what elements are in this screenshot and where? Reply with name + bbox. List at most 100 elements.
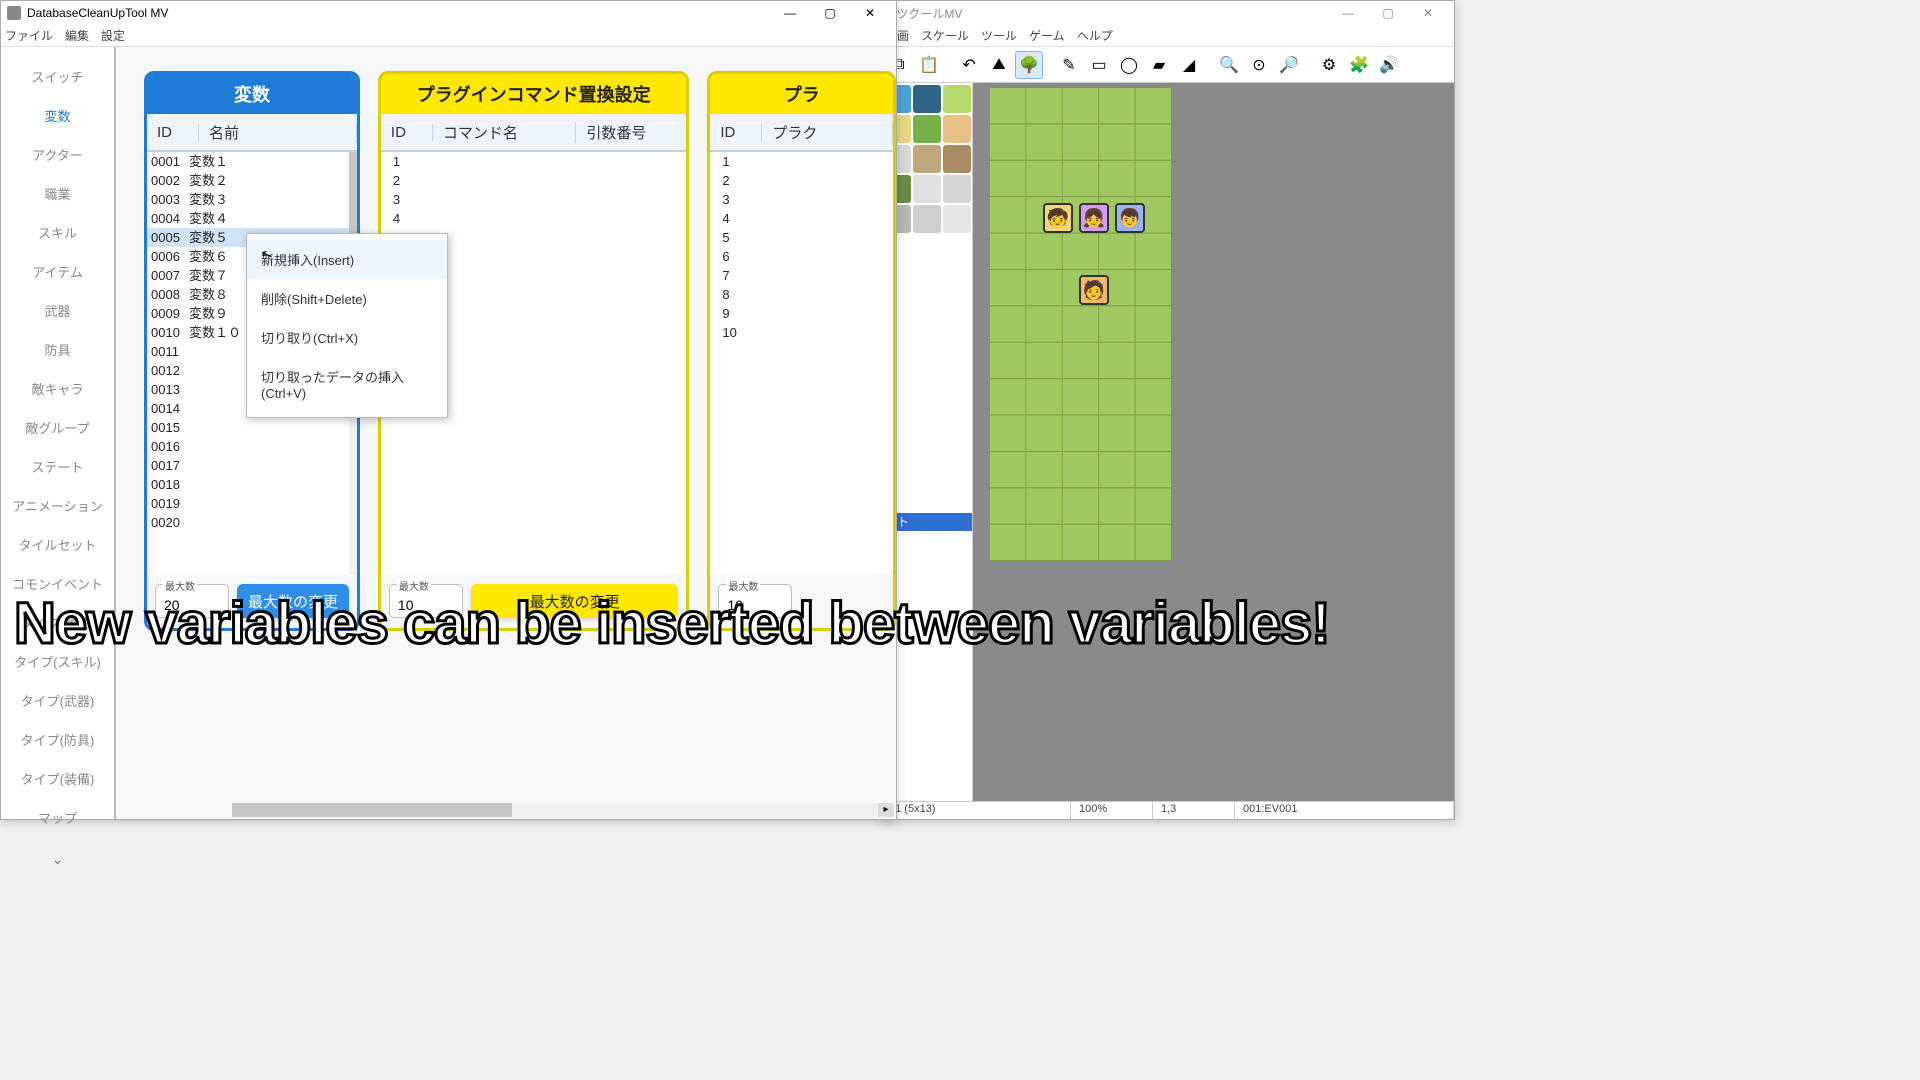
table-row[interactable]: 9 xyxy=(710,304,893,323)
minimize-button[interactable]: — xyxy=(770,1,810,25)
table-row[interactable]: 8 xyxy=(710,285,893,304)
map-sprite[interactable]: 🧒 xyxy=(1043,203,1073,233)
col-arg[interactable]: 引数番号 xyxy=(576,122,686,143)
sidebar-item[interactable]: アイテム xyxy=(32,262,83,281)
close-button[interactable]: ✕ xyxy=(1408,1,1448,25)
table-row[interactable]: 10 xyxy=(710,323,893,342)
table-row[interactable]: 0004変数４ xyxy=(147,209,357,228)
close-button[interactable]: ✕ xyxy=(850,1,890,25)
table-row[interactable]: 0002変数２ xyxy=(147,171,357,190)
col-id[interactable]: ID xyxy=(710,124,762,141)
sidebar-item[interactable]: 敵キャラ xyxy=(31,379,83,398)
table-row[interactable]: 0017 xyxy=(147,456,357,475)
table-row[interactable]: 1 xyxy=(710,152,893,171)
palette-tile[interactable] xyxy=(943,85,971,113)
shadow-icon[interactable]: ◢ xyxy=(1175,51,1203,79)
table-row[interactable]: 7 xyxy=(710,266,893,285)
sidebar-item[interactable]: タイプ(防具) xyxy=(21,730,95,749)
sidebar-item[interactable]: 職業 xyxy=(44,184,70,203)
table-row[interactable]: 3 xyxy=(710,190,893,209)
plugin-icon[interactable]: 🧩 xyxy=(1345,51,1373,79)
table-row[interactable]: 2 xyxy=(710,171,893,190)
sidebar-item[interactable]: 変数 xyxy=(44,106,70,125)
minimize-button[interactable]: — xyxy=(1328,1,1368,25)
zoom-in-icon[interactable]: 🔍 xyxy=(1215,51,1243,79)
undo-icon[interactable]: ↶ xyxy=(955,51,983,79)
zoom-out-icon[interactable]: 🔎 xyxy=(1275,51,1303,79)
sidebar-item[interactable]: スイッチ xyxy=(31,67,83,86)
palette-tile[interactable] xyxy=(943,145,971,173)
table-row[interactable]: 2 xyxy=(381,171,686,190)
settings-icon[interactable]: ⚙ xyxy=(1315,51,1343,79)
sound-icon[interactable]: 🔊 xyxy=(1375,51,1403,79)
maximize-button[interactable]: ▢ xyxy=(810,1,850,25)
pencil-icon[interactable]: ✎ xyxy=(1055,51,1083,79)
table-row[interactable]: 4 xyxy=(381,209,686,228)
sidebar-item[interactable]: タイプ(装備) xyxy=(21,769,95,788)
map-canvas[interactable]: 🧒👧👦 🧑 xyxy=(973,83,1454,801)
menu-item[interactable]: ゲーム xyxy=(1029,27,1065,44)
sidebar-item[interactable]: タイプ(武器) xyxy=(21,691,95,710)
terrain-b-icon[interactable]: 🌳 xyxy=(1015,51,1043,79)
palette-tile[interactable] xyxy=(913,175,941,203)
col-command[interactable]: コマンド名 xyxy=(433,122,576,143)
col-id[interactable]: ID xyxy=(147,124,199,141)
col-name[interactable]: 名前 xyxy=(199,122,357,143)
col-id[interactable]: ID xyxy=(381,124,433,141)
context-menu-item[interactable]: 削除(Shift+Delete) xyxy=(247,279,447,318)
table-row[interactable]: 0003変数３ xyxy=(147,190,357,209)
map-sprite[interactable]: 👧 xyxy=(1079,203,1109,233)
table-row[interactable]: 5 xyxy=(710,228,893,247)
maximize-button[interactable]: ▢ xyxy=(1368,1,1408,25)
menu-item[interactable]: ヘルプ xyxy=(1077,27,1113,44)
plugin-title: プラ xyxy=(710,74,893,114)
sidebar-item[interactable]: 武器 xyxy=(44,301,70,320)
table-row[interactable]: 0015 xyxy=(147,418,357,437)
palette-tile[interactable] xyxy=(943,205,971,233)
map-sprite[interactable]: 🧑 xyxy=(1079,275,1109,305)
table-row[interactable]: 0018 xyxy=(147,475,357,494)
sidebar-item[interactable]: アニメーション xyxy=(12,496,102,515)
plugin-panel: プラ ID プラク 12345678910 最大数 xyxy=(707,71,896,631)
table-row[interactable]: 3 xyxy=(381,190,686,209)
palette-tile[interactable] xyxy=(943,175,971,203)
menu-item[interactable]: スケール xyxy=(921,27,969,44)
sidebar-item[interactable]: 敵グループ xyxy=(25,418,89,437)
horizontal-scrollbar[interactable]: ◂ ▸ xyxy=(232,803,894,817)
sidebar-item[interactable]: アクター xyxy=(32,145,83,164)
paste-icon[interactable]: 📋 xyxy=(915,51,943,79)
table-row[interactable]: 1 xyxy=(381,152,686,171)
rect-icon[interactable]: ▭ xyxy=(1085,51,1113,79)
table-row[interactable]: 0019 xyxy=(147,494,357,513)
context-menu-item[interactable]: 新規挿入(Insert) xyxy=(247,240,447,279)
palette-tile[interactable] xyxy=(913,145,941,173)
table-row[interactable]: 4 xyxy=(710,209,893,228)
sidebar-item[interactable]: 防具 xyxy=(44,340,70,359)
map-sprite[interactable]: 👦 xyxy=(1115,203,1145,233)
ellipse-icon[interactable]: ◯ xyxy=(1115,51,1143,79)
palette-tile[interactable] xyxy=(913,115,941,143)
menu-item[interactable]: ファイル xyxy=(5,27,53,44)
menu-item[interactable]: 編集 xyxy=(65,27,89,44)
palette-tile[interactable] xyxy=(913,205,941,233)
table-row[interactable]: 0001変数１ xyxy=(147,152,357,171)
palette-tile[interactable] xyxy=(913,85,941,113)
col-plugin[interactable]: プラク xyxy=(762,122,893,143)
terrain-a-icon[interactable]: ⛰ xyxy=(985,51,1013,79)
sidebar-item[interactable]: スキル xyxy=(38,223,77,242)
context-menu-item[interactable]: 切り取り(Ctrl+X) xyxy=(247,318,447,357)
sidebar-item[interactable]: ステート xyxy=(31,457,83,476)
menu-item[interactable]: 設定 xyxy=(101,27,125,44)
chevron-down-icon[interactable]: ⌄ xyxy=(52,851,64,868)
status-pos: 01 (5x13) xyxy=(881,802,1071,819)
menu-item[interactable]: ツール xyxy=(981,27,1017,44)
fill-icon[interactable]: ▰ xyxy=(1145,51,1173,79)
table-row[interactable]: 0020 xyxy=(147,513,357,532)
context-menu-item[interactable]: 切り取ったデータの挿入(Ctrl+V) xyxy=(247,357,447,411)
palette-tile[interactable] xyxy=(943,115,971,143)
table-row[interactable]: 6 xyxy=(710,247,893,266)
zoom-actual-icon[interactable]: ⊙ xyxy=(1245,51,1273,79)
sidebar-item[interactable]: タイルセット xyxy=(18,535,96,554)
table-row[interactable]: 0016 xyxy=(147,437,357,456)
sidebar-item[interactable]: マップ xyxy=(38,808,77,827)
